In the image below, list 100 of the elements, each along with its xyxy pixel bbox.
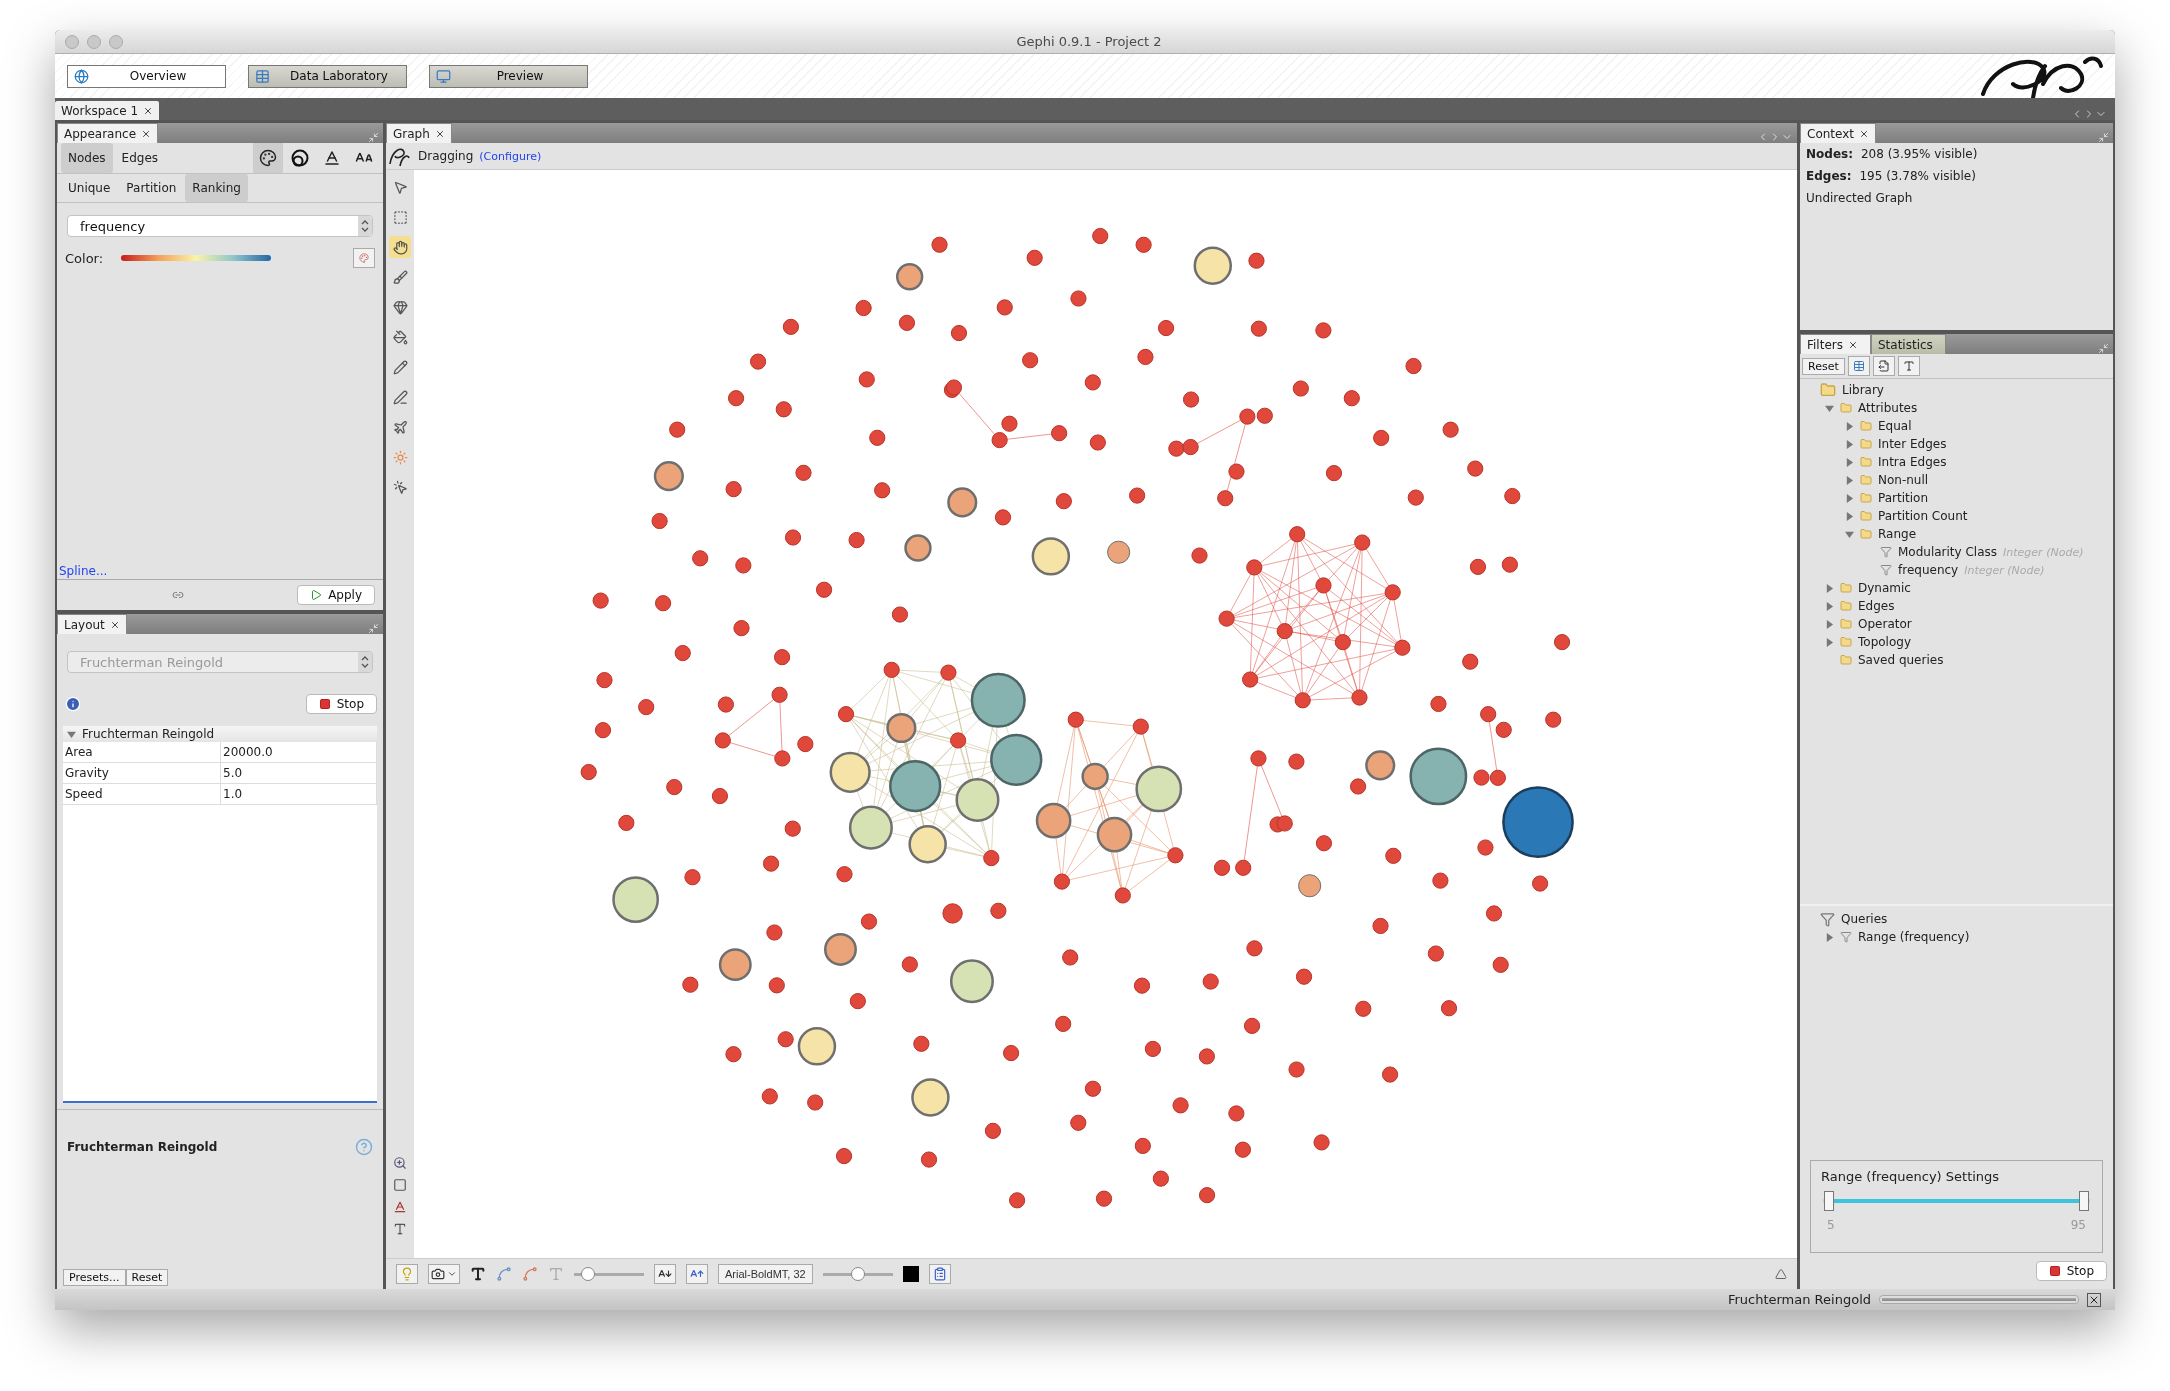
tree-item[interactable]: Partition [1800,489,2113,507]
info-icon[interactable] [65,696,81,712]
tree-item[interactable]: Range [1800,525,2113,543]
tree-label: Equal [1878,419,1912,433]
minimize-button[interactable] [87,34,101,49]
font-button[interactable]: Arial-BoldMT, 32 [718,1264,813,1284]
reset-button[interactable]: Reset [1802,357,1845,375]
property-value[interactable]: 20000.0 [221,742,377,762]
section-title: Fruchterman Reingold [82,727,215,741]
tree-item[interactable]: Non-null [1800,471,2113,489]
link-icon[interactable] [172,589,185,601]
tree-item[interactable]: Saved queries [1800,651,2113,669]
tree-item[interactable]: Library [1800,381,2113,399]
folder-icon [1840,636,1852,648]
mode-tab[interactable]: Partition [119,174,184,202]
property-tab[interactable] [253,143,283,173]
reset-button[interactable]: Reset [125,1268,169,1286]
screenshot-button[interactable] [428,1264,460,1284]
property-value[interactable]: 1.0 [221,784,377,804]
font-color-button[interactable] [686,1264,708,1284]
mode-tab[interactable]: Unique [61,174,118,202]
square-icon[interactable] [393,1178,407,1192]
apply-button[interactable]: Apply [297,585,375,605]
stop-button[interactable]: Stop [305,694,377,714]
tree-item[interactable]: Partition Count [1800,507,2113,525]
minimize-icon[interactable] [368,132,379,143]
tree-item[interactable]: Attributes [1800,399,2113,417]
cancel-icon[interactable] [2087,1292,2101,1307]
stop-button[interactable]: Stop [2035,1261,2107,1281]
tree-item[interactable]: Operator [1800,615,2113,633]
mode-tab[interactable]: Ranking [185,174,248,202]
table-button[interactable] [1847,356,1870,376]
export-button[interactable] [1872,356,1895,376]
expanded-arrow-icon[interactable] [1824,403,1834,413]
tree-item[interactable]: Equal [1800,417,2113,435]
tree-item[interactable]: Queries [1800,910,2113,928]
close-icon[interactable] [1848,339,1858,350]
panel-tab[interactable]: Graph [386,123,452,143]
close-icon[interactable] [141,128,152,139]
tree-item[interactable]: Dynamic [1800,579,2113,597]
palette-button[interactable] [353,248,375,268]
tree-item[interactable]: Intra Edges [1800,453,2113,471]
mode-button[interactable]: Data Laboratory [248,64,407,88]
edge-color-icon[interactable] [522,1266,538,1282]
slider-thumb[interactable] [850,1267,865,1281]
configure-link[interactable]: (Configure) [479,149,542,163]
expanded-arrow-icon[interactable] [67,729,76,739]
panel-tab[interactable]: Filters [1800,334,1871,354]
text-icon[interactable] [393,1222,407,1236]
tree-item[interactable]: Range (frequency) [1800,928,2113,946]
color-swatch[interactable] [902,1266,919,1282]
help-icon[interactable] [355,1138,373,1156]
panel-tab[interactable]: Context [1800,123,1876,143]
panel-tab[interactable]: Layout [57,614,127,634]
minimize-icon[interactable] [2098,132,2109,143]
color-gradient[interactable] [121,255,272,261]
slider-thumb[interactable] [1824,1191,1834,1211]
minimize-icon[interactable] [2098,343,2109,354]
text-icon [1902,360,1915,372]
edge-icon[interactable] [496,1266,512,1282]
close-icon[interactable] [434,128,445,139]
tool-button[interactable] [389,236,411,258]
close-icon[interactable] [109,619,120,630]
light-button[interactable] [396,1264,418,1284]
tree-item[interactable]: frequency Integer (Node) [1800,561,2113,579]
zoom-button[interactable] [109,34,123,49]
close-icon[interactable] [143,105,154,116]
section-header[interactable]: Fruchterman Reingold [63,726,377,742]
property-value[interactable]: 5.0 [221,763,377,783]
tree-label: frequency [1898,563,1959,577]
close-icon[interactable] [1859,128,1869,139]
text-export-button[interactable] [1897,356,1920,376]
slider-thumb[interactable] [581,1267,595,1281]
zoom-icon[interactable] [393,1156,407,1170]
tree-item[interactable]: Modularity Class Integer (Node) [1800,543,2113,561]
minimize-icon[interactable] [368,623,379,634]
element-tab[interactable]: Nodes [61,143,113,173]
settings-button[interactable] [928,1264,951,1284]
element-tab[interactable]: Edges [114,143,166,173]
tree-item[interactable]: Inter Edges [1800,435,2113,453]
spline-link[interactable]: Spline... [59,564,108,578]
expanded-arrow-icon[interactable] [1844,529,1854,539]
panel-tab[interactable]: Statistics [1871,334,1946,354]
triangle-icon[interactable] [1775,1268,1787,1280]
text-color-icon[interactable] [393,1200,407,1214]
tree-label: Edges [1858,599,1895,613]
mode-button[interactable]: Preview [429,64,588,88]
close-button[interactable] [65,34,79,49]
attribute-select[interactable]: frequency [67,215,373,237]
collapsed-arrow-icon[interactable] [1824,932,1834,942]
workspace-tab[interactable]: Workspace 1 [55,101,160,120]
presets-button[interactable]: Presets... [63,1268,126,1286]
mode-button[interactable]: Overview [67,64,226,88]
slider-thumb[interactable] [2079,1191,2089,1211]
tree-item[interactable]: Topology [1800,633,2113,651]
text-color-icon [323,149,341,167]
font-size-button[interactable] [654,1264,676,1284]
bold-text-icon[interactable] [470,1266,486,1282]
tree-item[interactable]: Edges [1800,597,2113,615]
panel-tab[interactable]: Appearance [57,123,159,143]
